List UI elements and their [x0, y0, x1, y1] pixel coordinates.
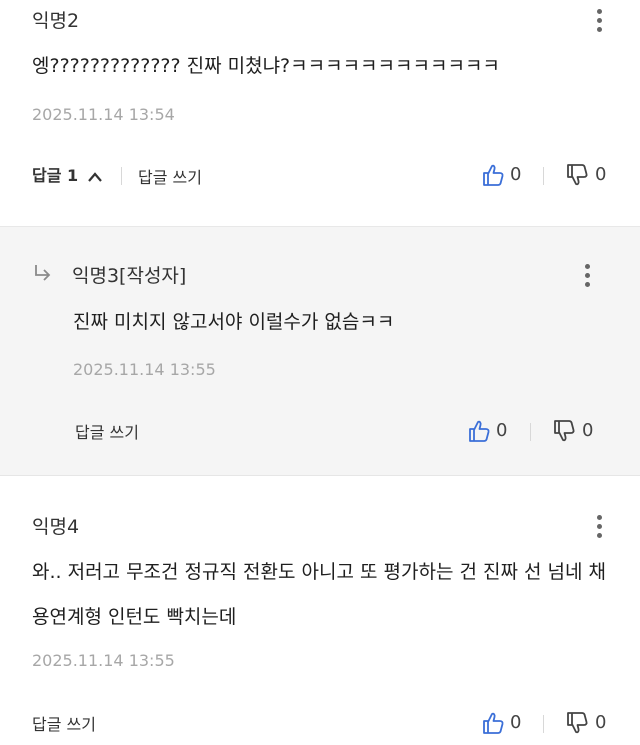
thumbs-up-icon[interactable] [482, 163, 504, 187]
dislike-count: 0 [582, 420, 594, 441]
like-count: 0 [510, 164, 522, 185]
kebab-menu-icon[interactable] [595, 515, 603, 542]
comment-author: 익명4 [32, 516, 80, 538]
comment-body: 진짜 미치지 않고서야 이럴수가 없슴ㅋㅋ [73, 311, 395, 333]
comment-author: 익명3[작성자] [72, 265, 187, 287]
comment-author: 익명2 [32, 10, 80, 32]
comment-item: 익명4 와.. 저러고 무조건 정규직 전환도 아니고 또 평가하는 건 진짜 … [0, 476, 640, 745]
thumbs-down-icon[interactable] [553, 419, 575, 443]
divider [530, 423, 531, 441]
comment-date: 2025.11.14 13:55 [32, 651, 175, 670]
comment-body: 엥????????????? 진짜 미쳤냐?ㅋㅋㅋㅋㅋㅋㅋㅋㅋㅋㅋㅋ [32, 55, 500, 77]
divider [543, 167, 544, 185]
write-reply-button[interactable]: 답글 쓰기 [138, 164, 202, 188]
thumbs-down-icon[interactable] [566, 163, 588, 187]
divider [543, 715, 544, 733]
thumbs-down-icon[interactable] [566, 711, 588, 735]
replies-toggle-button[interactable]: 답글 1 [32, 164, 103, 188]
dislike-count: 0 [595, 164, 607, 185]
comment-date: 2025.11.14 13:55 [73, 360, 216, 379]
kebab-menu-icon[interactable] [595, 9, 603, 36]
write-reply-button[interactable]: 답글 쓰기 [75, 419, 139, 443]
comment-body: 와.. 저러고 무조건 정규직 전환도 아니고 또 평가하는 건 진짜 선 넘네… [32, 561, 606, 628]
reply-arrow-icon [33, 264, 53, 282]
like-count: 0 [496, 420, 508, 441]
replies-count-label: 답글 1 [32, 166, 79, 185]
comment-date: 2025.11.14 13:54 [32, 105, 175, 124]
like-count: 0 [510, 712, 522, 733]
thumbs-up-icon[interactable] [468, 419, 490, 443]
chevron-up-icon [87, 171, 103, 183]
divider [121, 167, 122, 185]
dislike-count: 0 [595, 712, 607, 733]
write-reply-button[interactable]: 답글 쓰기 [32, 711, 96, 735]
comment-item: 익명2 엥????????????? 진짜 미쳤냐?ㅋㅋㅋㅋㅋㅋㅋㅋㅋㅋㅋㅋ 2… [0, 0, 640, 226]
thumbs-up-icon[interactable] [482, 711, 504, 735]
reply-item: 익명3[작성자] 진짜 미치지 않고서야 이럴수가 없슴ㅋㅋ 2025.11.1… [0, 226, 640, 476]
kebab-menu-icon[interactable] [583, 264, 591, 291]
